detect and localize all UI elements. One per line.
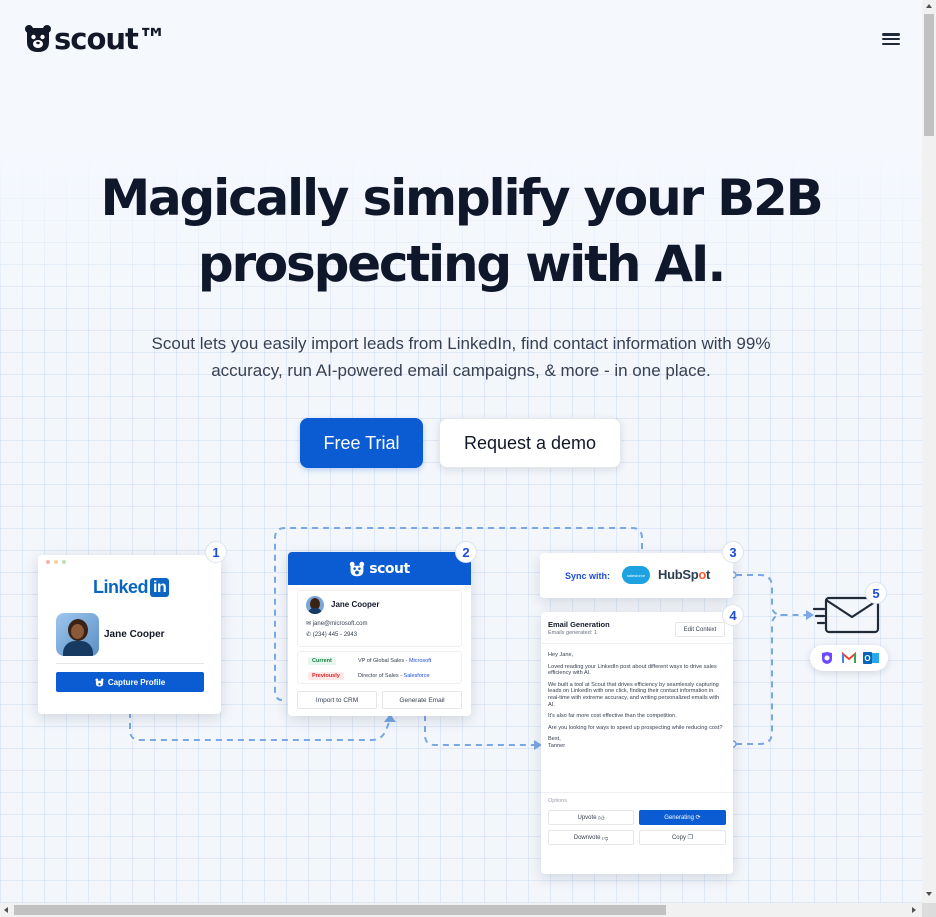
profile-name: Jane Cooper bbox=[104, 629, 165, 640]
horizontal-scroll-thumb[interactable] bbox=[14, 905, 666, 915]
previous-badge: Previously bbox=[308, 672, 344, 680]
email-body: Hey Jane, Loved reading your LinkedIn po… bbox=[548, 652, 726, 750]
scout-logo[interactable]: scout™ bbox=[24, 22, 167, 56]
horizontal-scrollbar[interactable] bbox=[0, 903, 922, 917]
previous-role: Director of Sales - Salesforce bbox=[358, 673, 430, 679]
divider bbox=[541, 643, 733, 644]
crm-sync-card: Sync with: salesforce HubSpot bbox=[540, 553, 733, 598]
hero-headline: Magically simplify your B2B prospecting … bbox=[0, 165, 922, 297]
current-badge: Current bbox=[308, 657, 336, 665]
avatar bbox=[56, 613, 99, 656]
contact-panel: Jane Cooper ✉ jane@microsoft.com ✆ (234)… bbox=[297, 590, 462, 647]
scout-bear-icon bbox=[25, 25, 51, 52]
step-badge-2: 2 bbox=[455, 541, 477, 563]
scout-card-actions: Import to CRM Generate Email bbox=[297, 691, 462, 709]
scout-profile-card: scout Jane Cooper ✉ jane@microsoft.com ✆… bbox=[288, 552, 471, 716]
scroll-down-arrow-icon[interactable] bbox=[926, 892, 932, 896]
email-signoff: Best, bbox=[548, 736, 561, 743]
thumbs-down-icon: 👎︎ bbox=[602, 835, 609, 842]
outlook-icon: O bbox=[863, 650, 879, 666]
scout-bear-icon bbox=[95, 677, 104, 687]
headline-line-2: prospecting with AI. bbox=[197, 235, 726, 293]
proton-mail-icon bbox=[819, 650, 835, 666]
step-badge-1: 1 bbox=[205, 541, 227, 563]
email-signature: Tanner bbox=[548, 742, 566, 749]
email-paragraph: It's also far more cost effective than t… bbox=[548, 713, 677, 720]
page-background: scout™ Magically simplify your B2B prosp… bbox=[0, 0, 922, 903]
hero-subtext: Scout lets you easily import leads from … bbox=[130, 330, 792, 384]
scroll-right-arrow-icon[interactable] bbox=[912, 907, 916, 913]
import-to-crm-button[interactable]: Import to CRM bbox=[297, 691, 377, 709]
phone-row: ✆ (234) 445 - 2943 bbox=[306, 631, 357, 638]
email-paragraph: Loved reading your LinkedIn post about d… bbox=[548, 663, 717, 677]
email-greeting: Hey Jane, bbox=[548, 652, 574, 658]
phone-value: (234) 445 - 2943 bbox=[312, 632, 358, 638]
generate-email-button[interactable]: Generate Email bbox=[382, 691, 462, 709]
phone-icon: ✆ bbox=[306, 632, 312, 638]
edit-context-button[interactable]: Edit Context bbox=[675, 622, 725, 637]
profile-name: Jane Cooper bbox=[331, 600, 380, 609]
hubspot-logo: HubSpot bbox=[658, 567, 711, 582]
email-paragraph: Are you looking for ways to speed up pro… bbox=[548, 724, 723, 731]
subtext-line-2: accuracy, run AI-powered email campaigns… bbox=[211, 361, 711, 380]
free-trial-button[interactable]: Free Trial bbox=[300, 418, 423, 468]
sync-label: Sync with: bbox=[565, 571, 611, 581]
email-paragraph: We built a tool at Scout that drives eff… bbox=[548, 681, 720, 708]
scroll-left-arrow-icon[interactable] bbox=[4, 907, 8, 913]
downvote-button[interactable]: Downvote 👎︎ bbox=[548, 830, 634, 845]
subtext-line-1: Scout lets you easily import leads from … bbox=[151, 334, 771, 353]
step-badge-5: 5 bbox=[865, 582, 887, 604]
email-row: ✉ jane@microsoft.com bbox=[306, 620, 367, 627]
headline-line-1: Magically simplify your B2B bbox=[100, 169, 823, 227]
refresh-icon: ⟳ bbox=[695, 815, 701, 821]
scout-card-header: scout bbox=[288, 552, 471, 585]
generating-button[interactable]: Generating ⟳ bbox=[639, 810, 726, 825]
email-generation-card: Email Generation Emails generated: 1 Edi… bbox=[541, 612, 733, 874]
email-generation-title: Email Generation bbox=[548, 620, 610, 629]
mail-icon: ✉ bbox=[306, 621, 312, 627]
copy-button[interactable]: Copy ❐ bbox=[639, 830, 726, 845]
scout-bear-icon bbox=[350, 561, 365, 576]
step-badge-3: 3 bbox=[722, 541, 744, 563]
options-label: Options bbox=[548, 798, 567, 804]
copy-icon: ❐ bbox=[687, 835, 694, 841]
linkedin-logo: Linked in bbox=[93, 577, 170, 598]
mail-clients: O bbox=[810, 645, 888, 671]
current-role: VP of Global Sales - Microsoft bbox=[358, 658, 432, 664]
linkedin-wordmark: Linked bbox=[93, 577, 149, 597]
email-value: jane@microsoft.com bbox=[312, 621, 368, 627]
linkedin-card: Linked in Jane Cooper Capture Profile bbox=[38, 555, 221, 714]
logo-wordmark: scout™ bbox=[54, 22, 167, 56]
scroll-up-arrow-icon[interactable] bbox=[926, 4, 932, 8]
hamburger-menu-icon[interactable] bbox=[882, 31, 900, 47]
upvote-button[interactable]: Upvote 👍︎ bbox=[548, 810, 634, 825]
emails-generated-count: Emails generated: 1 bbox=[548, 630, 597, 636]
divider bbox=[56, 663, 204, 664]
capture-profile-label: Capture Profile bbox=[107, 677, 166, 687]
request-demo-button[interactable]: Request a demo bbox=[439, 418, 621, 468]
window-dots bbox=[46, 560, 66, 564]
scout-card-brand: scout bbox=[369, 560, 410, 577]
gmail-icon bbox=[841, 650, 857, 666]
capture-profile-button[interactable]: Capture Profile bbox=[56, 672, 204, 692]
linkedin-in-badge: in bbox=[150, 578, 170, 597]
vertical-scrollbar[interactable] bbox=[922, 0, 936, 903]
step-badge-4: 4 bbox=[722, 604, 744, 626]
svg-text:O: O bbox=[864, 654, 870, 663]
vertical-scroll-thumb[interactable] bbox=[924, 14, 934, 136]
avatar bbox=[306, 596, 324, 614]
salesforce-logo: salesforce bbox=[622, 566, 650, 584]
roles-panel: Current VP of Global Sales - Microsoft P… bbox=[297, 651, 462, 684]
scrollbar-corner bbox=[922, 903, 936, 917]
thumbs-up-icon: 👍︎ bbox=[598, 815, 605, 822]
divider bbox=[541, 792, 733, 793]
